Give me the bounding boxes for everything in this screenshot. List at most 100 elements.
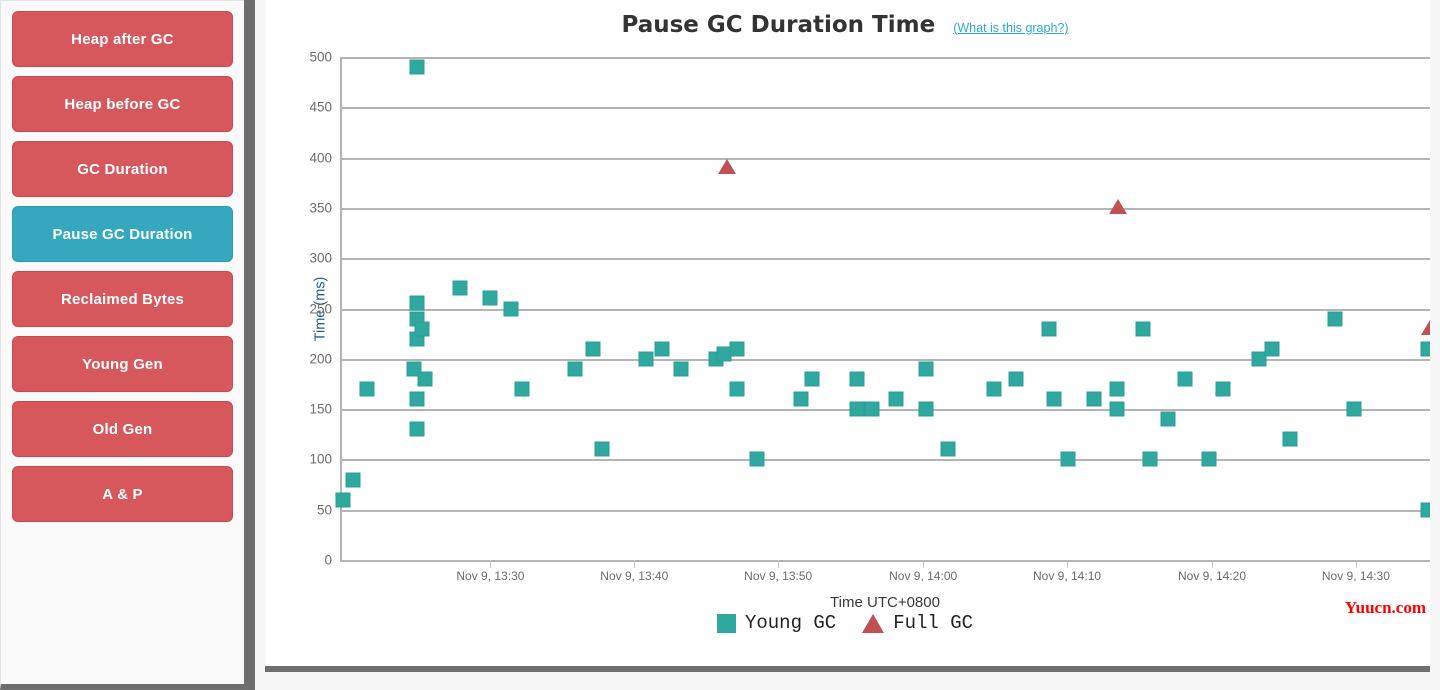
sidebar-item-label: Old Gen	[92, 420, 153, 438]
sidebar-item-label: Heap after GC	[71, 30, 174, 48]
data-point-young-gc[interactable]	[849, 401, 865, 417]
y-axis-tick-label: 250	[309, 301, 332, 316]
data-point-young-gc[interactable]	[359, 381, 375, 397]
x-axis-tick-mark	[1212, 560, 1213, 568]
x-axis-tick-label: Nov 9, 13:30	[456, 569, 525, 583]
sidebar-item-gc-duration[interactable]: GC Duration	[12, 141, 233, 197]
chart-panel-wrapper: Pause GC Duration Time (What is this gra…	[255, 0, 1440, 690]
data-point-young-gc[interactable]	[414, 321, 430, 337]
data-point-young-gc[interactable]	[1142, 451, 1158, 467]
sidebar-item-heap-after-gc[interactable]: Heap after GC	[12, 11, 233, 67]
sidebar-item-old-gen[interactable]: Old Gen	[12, 401, 233, 457]
data-point-young-gc[interactable]	[749, 451, 765, 467]
data-point-young-gc[interactable]	[1060, 451, 1076, 467]
data-point-young-gc[interactable]	[345, 472, 361, 488]
sidebar-item-reclaimed-bytes[interactable]: Reclaimed Bytes	[12, 271, 233, 327]
chart-header: Pause GC Duration Time (What is this gra…	[265, 12, 1425, 38]
data-point-young-gc[interactable]	[409, 421, 425, 437]
data-point-young-gc[interactable]	[1135, 321, 1151, 337]
data-point-young-gc[interactable]	[1160, 411, 1176, 427]
legend-item-young-gc[interactable]: Young GC	[716, 612, 836, 634]
data-point-young-gc[interactable]	[1346, 401, 1362, 417]
sidebar-item-label: Pause GC Duration	[52, 225, 193, 243]
legend-label: Full GC	[893, 612, 974, 634]
data-point-young-gc[interactable]	[335, 492, 351, 508]
data-point-young-gc[interactable]	[585, 341, 601, 357]
data-point-young-gc[interactable]	[567, 361, 583, 377]
chart-panel: Pause GC Duration Time (What is this gra…	[265, 0, 1440, 672]
y-gridline	[340, 459, 1430, 462]
data-point-young-gc[interactable]	[793, 391, 809, 407]
data-point-young-gc[interactable]	[1327, 311, 1343, 327]
data-point-young-gc[interactable]	[452, 280, 468, 296]
data-point-young-gc[interactable]	[638, 351, 654, 367]
data-point-young-gc[interactable]	[1177, 371, 1193, 387]
y-axis-tick-label: 300	[309, 250, 332, 266]
data-point-young-gc[interactable]	[918, 361, 934, 377]
x-axis-tick-label: Nov 9, 14:30	[1321, 569, 1390, 583]
data-point-young-gc[interactable]	[940, 441, 956, 457]
legend-item-full-gc[interactable]: Full GC	[862, 612, 973, 634]
sidebar-item-young-gen[interactable]: Young Gen	[12, 336, 233, 392]
watermark: Yuucn.com	[1344, 598, 1426, 617]
x-axis-tick-mark	[923, 560, 925, 568]
sidebar-item-label: Heap before GC	[64, 95, 181, 113]
data-point-young-gc[interactable]	[654, 341, 670, 357]
data-point-young-gc[interactable]	[729, 341, 745, 357]
data-point-full-gc[interactable]	[717, 158, 736, 174]
data-point-young-gc[interactable]	[1109, 401, 1125, 417]
data-point-young-gc[interactable]	[1086, 391, 1102, 407]
y-axis-tick-label: 0	[324, 552, 332, 568]
data-point-young-gc[interactable]	[1264, 341, 1280, 357]
data-point-young-gc[interactable]	[1008, 371, 1024, 387]
data-point-young-gc[interactable]	[482, 290, 498, 306]
y-axis-tick-label: 200	[309, 351, 332, 367]
data-point-young-gc[interactable]	[918, 401, 934, 417]
data-point-young-gc[interactable]	[503, 301, 519, 316]
x-axis-tick-mark	[490, 560, 492, 568]
data-point-young-gc[interactable]	[409, 295, 425, 311]
data-point-young-gc[interactable]	[409, 391, 425, 407]
data-point-young-gc[interactable]	[673, 361, 689, 377]
y-axis-tick-label: 50	[316, 502, 332, 518]
y-gridline	[340, 509, 1430, 512]
sidebar-item-a-p[interactable]: A & P	[12, 466, 233, 522]
sidebar-item-heap-before-gc[interactable]: Heap before GC	[12, 76, 233, 132]
y-axis-tick-label: 500	[309, 49, 332, 65]
data-point-young-gc[interactable]	[849, 371, 865, 387]
data-point-young-gc[interactable]	[1215, 381, 1231, 397]
sidebar: Heap after GC Heap before GC GC Duration Pa…	[0, 0, 244, 690]
y-gridline	[340, 57, 1430, 59]
y-axis-tick-label: 450	[309, 99, 332, 115]
data-point-young-gc[interactable]	[888, 391, 904, 407]
data-point-young-gc[interactable]	[804, 371, 820, 387]
sidebar-item-label: A & P	[102, 485, 143, 503]
sidebar-item-label: GC Duration	[77, 160, 168, 178]
data-point-young-gc[interactable]	[1041, 321, 1056, 337]
y-gridline	[340, 258, 1430, 261]
x-axis-tick-label: Nov 9, 14:00	[889, 569, 958, 583]
y-gridline	[340, 207, 1430, 210]
sidebar-item-label: Reclaimed Bytes	[60, 290, 185, 308]
data-point-young-gc[interactable]	[1282, 431, 1298, 447]
data-point-young-gc[interactable]	[986, 381, 1002, 397]
y-axis-tick-label: 100	[309, 451, 332, 467]
x-axis-tick-mark	[778, 560, 780, 568]
data-point-young-gc[interactable]	[417, 371, 433, 387]
y-gridline	[340, 409, 1430, 412]
what-is-this-graph-link[interactable]: (What is this graph?)	[953, 21, 1068, 35]
data-point-young-gc[interactable]	[864, 401, 880, 417]
data-point-young-gc[interactable]	[594, 441, 610, 457]
x-axis-tick-label: Nov 9, 13:40	[600, 569, 669, 583]
data-point-young-gc[interactable]	[1201, 451, 1217, 467]
triangle-marker-icon	[862, 613, 885, 633]
x-axis-tick-mark	[1355, 560, 1357, 568]
data-point-full-gc[interactable]	[1109, 198, 1128, 214]
data-point-young-gc[interactable]	[1046, 391, 1062, 407]
y-axis-tick-label: 350	[309, 200, 332, 216]
sidebar-item-pause-gc-duration[interactable]: Pause GC Duration	[12, 206, 233, 262]
data-point-young-gc[interactable]	[729, 381, 745, 397]
data-point-young-gc[interactable]	[1109, 381, 1125, 397]
data-point-young-gc[interactable]	[514, 381, 530, 397]
data-point-young-gc[interactable]	[409, 59, 425, 75]
